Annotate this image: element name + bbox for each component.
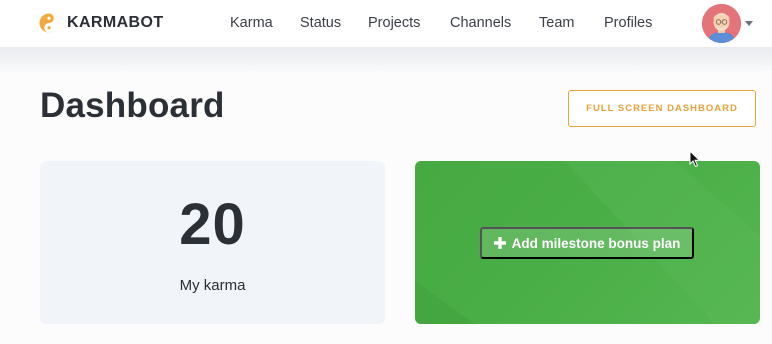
nav-profiles[interactable]: Profiles — [604, 15, 652, 31]
caret-down-icon[interactable] — [745, 21, 753, 26]
nav-projects[interactable]: Projects — [368, 15, 420, 31]
nav-channels[interactable]: Channels — [450, 15, 511, 31]
mouse-cursor-icon — [689, 150, 701, 168]
yin-yang-icon — [39, 13, 59, 33]
karma-card: 20 My karma — [40, 161, 385, 324]
top-navbar: KARMABOT Karma Status Projects Channels … — [0, 0, 772, 47]
nav-team[interactable]: Team — [539, 15, 574, 31]
full-screen-dashboard-button[interactable]: FULL SCREEN DASHBOARD — [568, 90, 756, 127]
add-milestone-bonus-plan-label: Add milestone bonus plan — [511, 235, 681, 251]
brand-name: KARMABOT — [67, 14, 164, 31]
nav-status[interactable]: Status — [300, 15, 341, 31]
karma-value: 20 — [179, 192, 246, 257]
user-avatar[interactable] — [702, 4, 741, 43]
brand[interactable]: KARMABOT — [39, 12, 164, 34]
avatar-illustration — [702, 4, 741, 43]
plus-icon — [493, 237, 506, 249]
karma-label: My karma — [179, 277, 246, 294]
bonus-card[interactable]: Add milestone bonus plan — [415, 161, 760, 324]
add-milestone-bonus-plan-button[interactable]: Add milestone bonus plan — [480, 227, 694, 259]
page-title: Dashboard — [40, 86, 225, 125]
navbar-shadow — [0, 47, 772, 71]
nav-karma[interactable]: Karma — [230, 15, 273, 31]
